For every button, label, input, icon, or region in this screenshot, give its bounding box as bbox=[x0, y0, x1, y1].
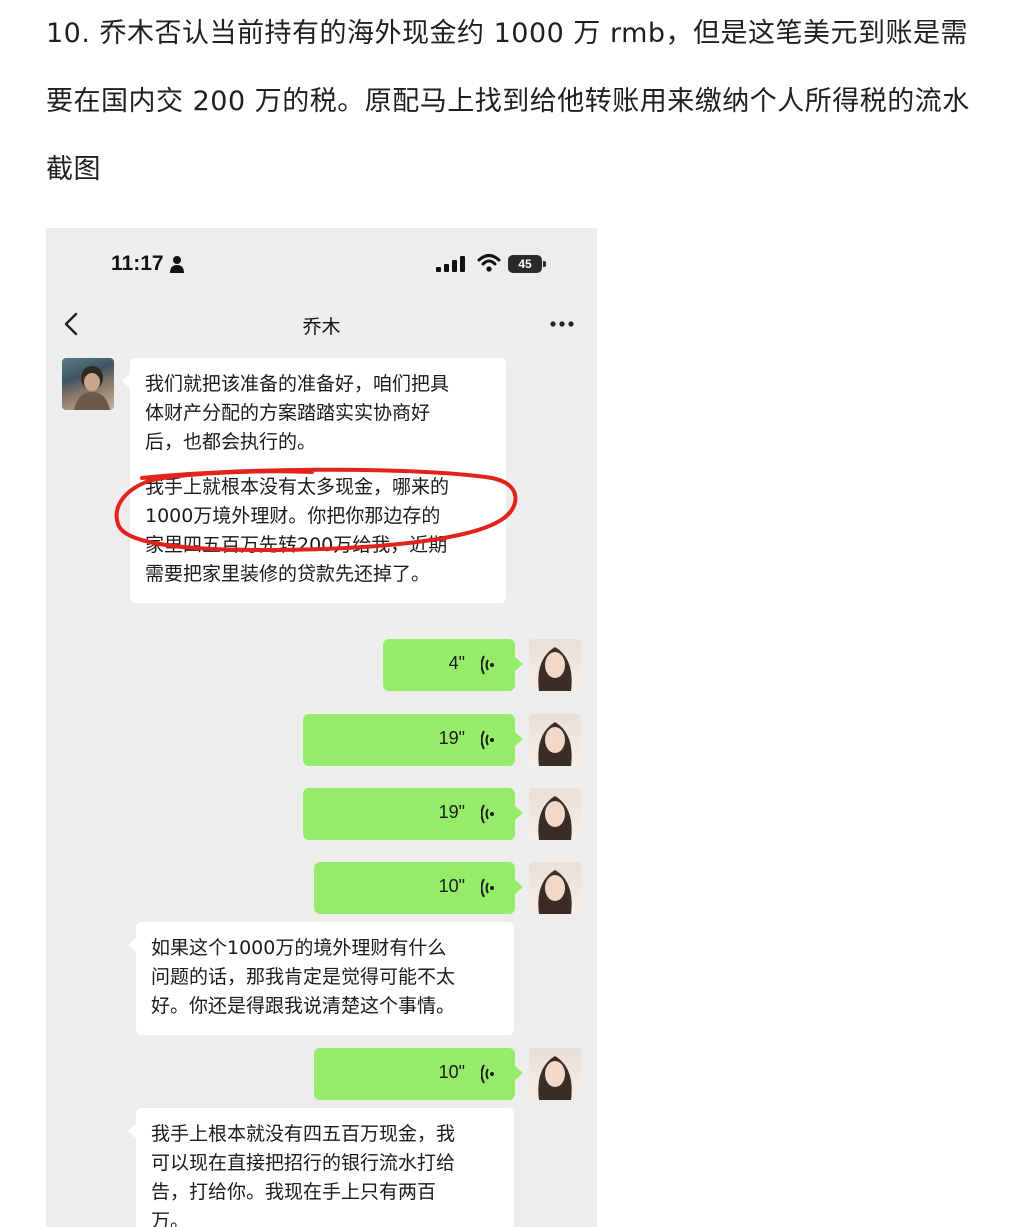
voice-duration: 10" bbox=[438, 1062, 465, 1082]
voice-wave-icon bbox=[481, 804, 494, 824]
message-line: 可以现在直接把招行的银行流水打给 bbox=[151, 1152, 456, 1174]
incoming-text-bubble[interactable]: 如果这个1000万的境外理财有什么 问题的话，那我肯定是觉得可能不太 好。你还是… bbox=[128, 922, 514, 1035]
message-line: 体财产分配的方案踏踏实实协商好 bbox=[145, 402, 431, 424]
voice-duration: 19" bbox=[438, 802, 465, 822]
user-avatar[interactable] bbox=[529, 639, 581, 691]
wifi-icon bbox=[477, 254, 501, 272]
chat-header: 乔木 bbox=[46, 298, 597, 353]
user-photo-icon bbox=[538, 870, 572, 914]
chat-screenshot: 11:17 45 乔木 我们就把该准备的准备好，咱们把具 体财产分配的方案踏踏实… bbox=[46, 228, 597, 1227]
outgoing-voice-bubble[interactable]: 10" bbox=[314, 1048, 523, 1100]
outgoing-voice-bubble[interactable]: 19" bbox=[303, 788, 523, 840]
voice-wave-icon bbox=[481, 730, 494, 750]
more-options-icon[interactable] bbox=[549, 320, 575, 328]
user-photo-icon bbox=[538, 722, 572, 766]
user-avatar[interactable] bbox=[529, 788, 581, 840]
message-line: 问题的话，那我肯定是觉得可能不太 bbox=[151, 966, 456, 988]
message-line: 如果这个1000万的境外理财有什么 bbox=[151, 937, 447, 959]
message-line: 告，打给你。我现在手上只有两百 bbox=[151, 1181, 437, 1203]
status-time: 11:17 bbox=[111, 252, 164, 275]
message-line: 后，也都会执行的。 bbox=[145, 431, 317, 453]
signal-icon bbox=[436, 256, 465, 272]
caption-line: 10. 乔木否认当前持有的海外现金约 1000 万 rmb，但是这笔美元到账是需 bbox=[46, 18, 969, 49]
message-line: 需要把家里装修的贷款先还掉了。 bbox=[145, 563, 431, 585]
caption-line: 要在国内交 200 万的税。原配马上找到给他转账用来缴纳个人所得税的流水 bbox=[46, 86, 970, 117]
user-avatar[interactable] bbox=[529, 714, 581, 766]
message-line: 我们就把该准备的准备好，咱们把具 bbox=[145, 373, 450, 395]
user-photo-icon bbox=[538, 647, 572, 691]
status-bar: 11:17 45 bbox=[46, 228, 597, 298]
chat-title: 乔木 bbox=[302, 316, 341, 338]
message-paragraph: 我手上根本就没有四五百万现金，我 可以现在直接把招行的银行流水打给 告，打给你。… bbox=[151, 1120, 500, 1227]
contact-photo-icon bbox=[74, 366, 110, 410]
caption-line: 截图 bbox=[46, 154, 101, 185]
message-line: 万。 bbox=[151, 1210, 190, 1227]
outgoing-voice-bubble[interactable]: 10" bbox=[314, 862, 523, 914]
message-paragraph: 我们就把该准备的准备好，咱们把具 体财产分配的方案踏踏实实协商好 后，也都会执行… bbox=[145, 370, 492, 457]
message-line: 好。你还是得跟我说清楚这个事情。 bbox=[151, 995, 456, 1017]
voice-wave-icon bbox=[481, 878, 494, 898]
voice-wave-icon bbox=[481, 1064, 494, 1084]
article-caption: 10. 乔木否认当前持有的海外现金约 1000 万 rmb，但是这笔美元到账是需… bbox=[46, 0, 986, 204]
voice-wave-icon bbox=[481, 655, 494, 675]
user-avatar[interactable] bbox=[529, 862, 581, 914]
user-avatar[interactable] bbox=[529, 1048, 581, 1100]
user-photo-icon bbox=[538, 796, 572, 840]
voice-duration: 4" bbox=[448, 653, 465, 673]
voice-duration: 19" bbox=[438, 728, 465, 748]
annotation-circle bbox=[114, 467, 518, 553]
battery-icon: 45 bbox=[508, 255, 546, 273]
contact-avatar[interactable] bbox=[62, 358, 114, 410]
outgoing-voice-bubble[interactable]: 4" bbox=[383, 639, 523, 691]
message-line: 我手上根本就没有四五百万现金，我 bbox=[151, 1123, 456, 1145]
message-paragraph: 如果这个1000万的境外理财有什么 问题的话，那我肯定是觉得可能不太 好。你还是… bbox=[151, 934, 500, 1021]
person-icon bbox=[170, 256, 184, 273]
incoming-text-bubble[interactable]: 我手上根本就没有四五百万现金，我 可以现在直接把招行的银行流水打给 告，打给你。… bbox=[128, 1108, 514, 1227]
user-photo-icon bbox=[538, 1056, 572, 1100]
outgoing-voice-bubble[interactable]: 19" bbox=[303, 714, 523, 766]
voice-duration: 10" bbox=[438, 876, 465, 896]
